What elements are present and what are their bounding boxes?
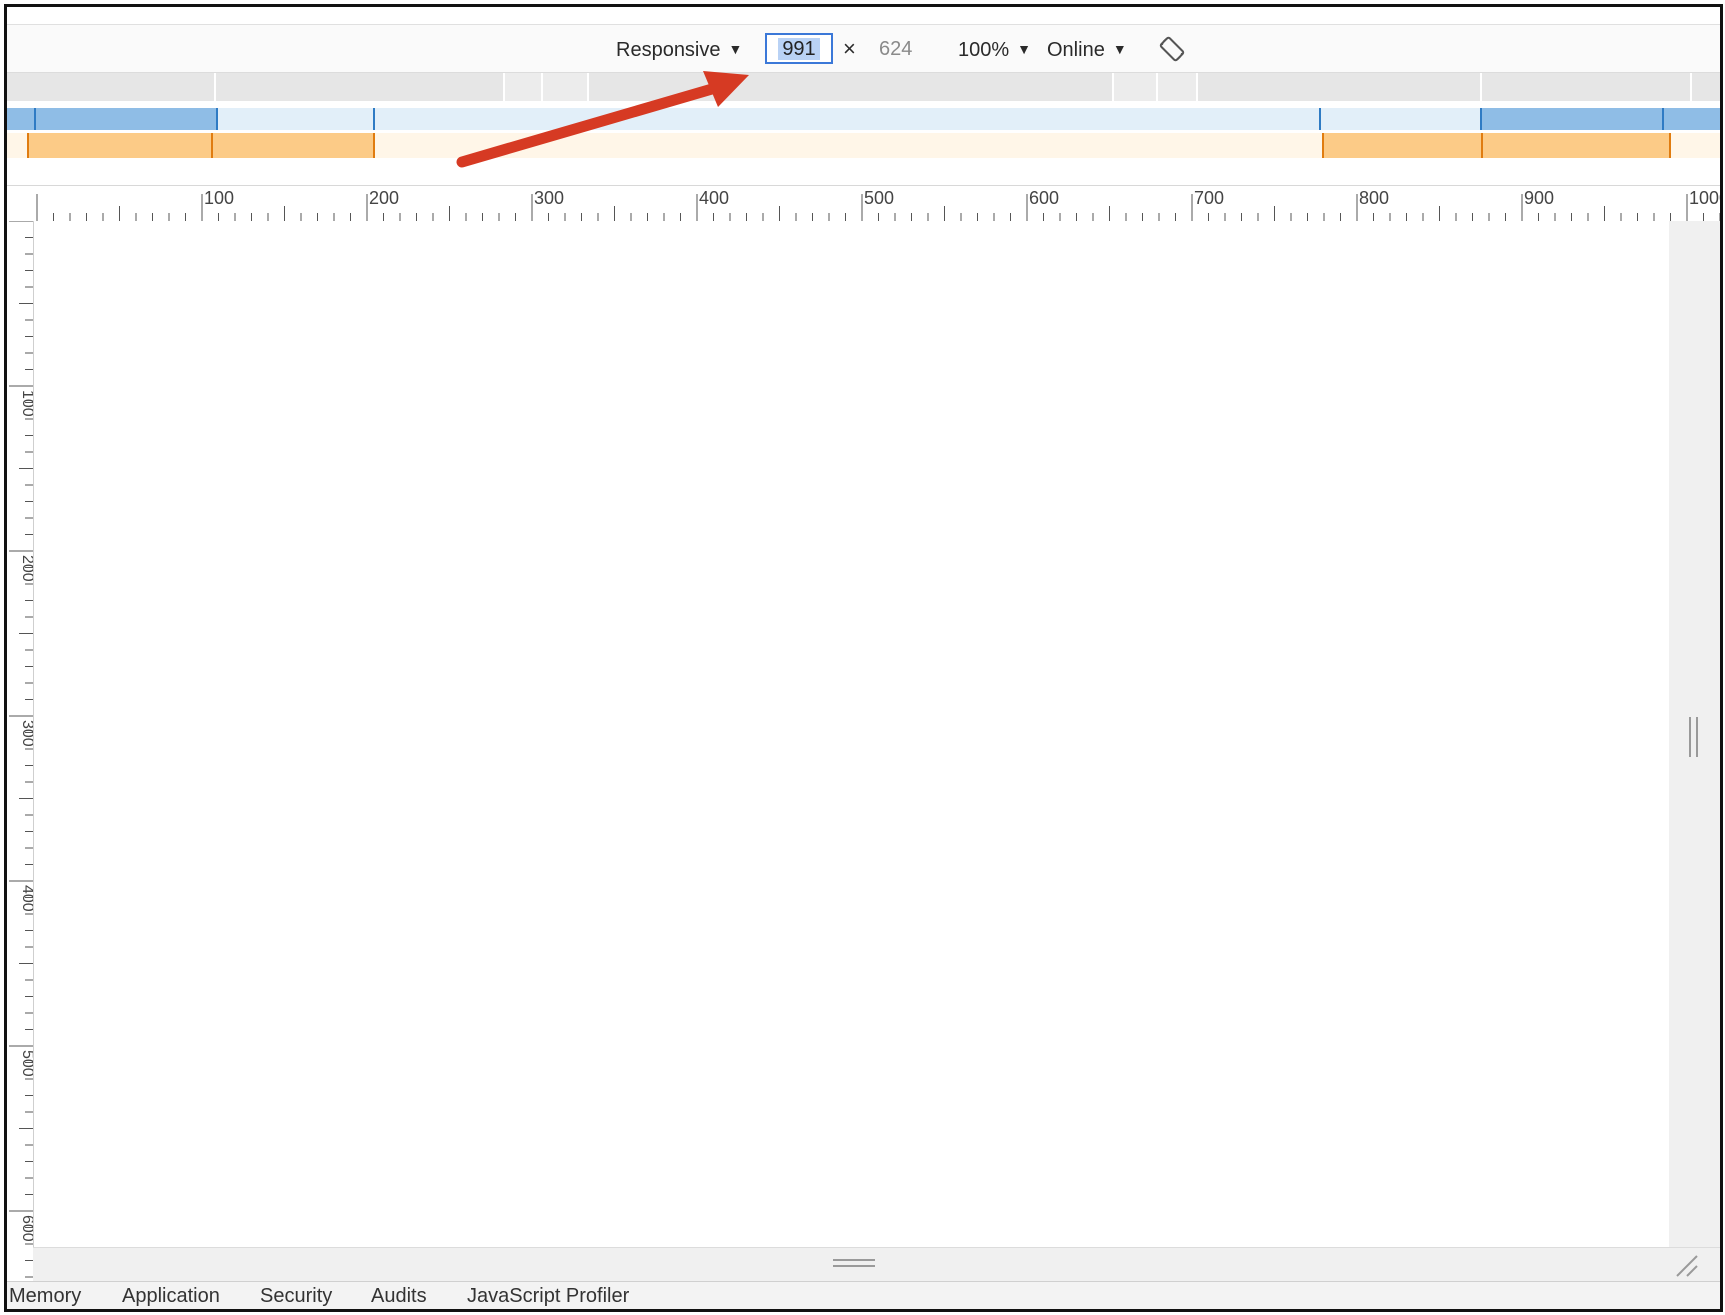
ruler-label: 900	[1524, 188, 1554, 208]
media-query-marker	[211, 133, 213, 158]
height-input[interactable]: 624	[879, 38, 912, 60]
ruler-label: 100	[204, 188, 234, 208]
vertical-ruler: 100 200 300 400 500 600	[7, 220, 36, 1281]
bottom-resize-handle[interactable]	[33, 1247, 1720, 1282]
ruler-label: 1000	[1689, 188, 1720, 208]
ruler-label: 800	[1359, 188, 1389, 208]
media-query-segment[interactable]	[1114, 73, 1158, 101]
media-query-segment[interactable]	[1480, 108, 1720, 130]
device-select[interactable]: Responsive ▼	[616, 38, 742, 61]
ruler-label: 700	[1194, 188, 1224, 208]
media-query-marker	[373, 108, 375, 130]
horizontal-ruler: 100 200 300 400 500 600 700 800 900 1000	[7, 185, 1720, 222]
device-toolbar: Responsive ▼ 991 × 624 100% ▼ Online ▼	[7, 24, 1720, 73]
media-query-segment[interactable]	[27, 133, 375, 158]
width-input-value: 991	[782, 38, 816, 60]
zoom-select[interactable]: 100% ▼	[958, 38, 1031, 61]
chevron-down-icon: ▼	[1112, 41, 1127, 57]
chevron-down-icon: ▼	[728, 41, 743, 57]
media-query-segment[interactable]	[1692, 73, 1720, 101]
tab-javascript-profiler[interactable]: JavaScript Profiler	[467, 1283, 629, 1309]
media-query-segment[interactable]	[505, 73, 543, 101]
media-query-marker	[216, 108, 218, 130]
media-query-marker	[1669, 133, 1671, 158]
ruler-label: 300	[19, 720, 33, 747]
tab-security[interactable]: Security	[260, 1283, 332, 1309]
ruler-label: 500	[19, 1050, 33, 1077]
vertical-ruler-ticks: 100 200 300 400 500 600	[9, 220, 36, 1278]
tab-memory[interactable]: Memory	[9, 1283, 81, 1309]
media-query-marker	[1319, 108, 1321, 130]
horizontal-grip-icon	[833, 1259, 875, 1267]
media-query-segment[interactable]	[1322, 133, 1671, 158]
resize-grip-icon[interactable]	[1675, 1254, 1699, 1278]
ruler-label: 200	[369, 188, 399, 208]
throttle-select[interactable]: Online ▼	[1047, 38, 1127, 61]
media-query-segment[interactable]	[216, 73, 505, 101]
media-query-segment[interactable]	[1482, 73, 1692, 101]
ruler-label: 200	[19, 555, 33, 582]
throttle-select-label: Online	[1047, 39, 1105, 61]
ruler-label: 500	[864, 188, 894, 208]
media-query-marker	[1481, 133, 1483, 158]
vertical-grip-icon	[1689, 717, 1698, 757]
zoom-select-label: 100%	[958, 39, 1010, 61]
media-query-marker	[1662, 108, 1664, 130]
device-select-label: Responsive	[616, 39, 721, 61]
tab-application[interactable]: Application	[122, 1283, 220, 1309]
chevron-down-icon: ▼	[1017, 41, 1032, 57]
devtools-device-mode: Responsive ▼ 991 × 624 100% ▼ Online ▼ 1…	[4, 4, 1723, 1312]
media-query-segment[interactable]	[543, 73, 589, 101]
media-query-marker	[373, 133, 375, 158]
rotate-icon[interactable]	[1157, 34, 1187, 64]
media-query-marker	[27, 133, 29, 158]
media-query-bar-min-width[interactable]	[7, 73, 1720, 101]
ruler-label: 300	[534, 188, 564, 208]
panel-tab-bar: Memory Application Security Audits JavaS…	[7, 1281, 1720, 1309]
ruler-label: 600	[1029, 188, 1059, 208]
media-query-segment[interactable]	[7, 108, 216, 130]
media-query-marker	[1480, 108, 1482, 130]
horizontal-ruler-ticks: 100 200 300 400 500 600 700 800 900 1000	[36, 188, 1720, 222]
right-resize-handle[interactable]	[1669, 221, 1720, 1247]
times-icon: ×	[843, 36, 856, 61]
ruler-label: 600	[19, 1215, 33, 1242]
media-query-segment[interactable]	[589, 73, 1114, 101]
emulated-viewport[interactable]	[33, 221, 1669, 1247]
media-query-marker	[1322, 133, 1324, 158]
tab-audits[interactable]: Audits	[371, 1283, 427, 1309]
ruler-label: 100	[19, 390, 33, 417]
media-query-segment[interactable]	[7, 73, 216, 101]
media-query-segment[interactable]	[1198, 73, 1482, 101]
ruler-label: 400	[19, 885, 33, 912]
media-query-marker	[34, 108, 36, 130]
media-query-segment[interactable]	[1158, 73, 1198, 101]
ruler-label: 400	[699, 188, 729, 208]
media-query-bar-max-width[interactable]	[7, 108, 1720, 130]
media-query-bar-min-max-width[interactable]	[7, 133, 1720, 158]
